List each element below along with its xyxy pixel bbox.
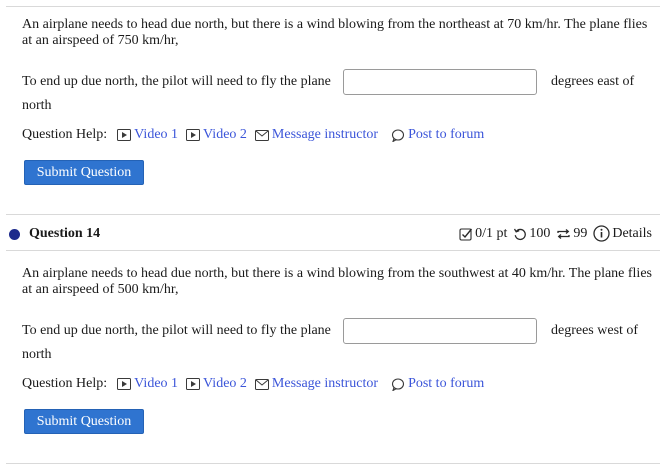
q14-message-label: Message instructor (271, 376, 379, 391)
retry-icon (514, 228, 527, 240)
q14-retries: 100 (513, 226, 550, 242)
message-icon (254, 130, 269, 141)
q13-message-label: Message instructor (271, 127, 379, 142)
q14-submit-button[interactable]: Submit Question (24, 409, 144, 434)
q14-forum-link[interactable]: Post to forum (391, 376, 484, 392)
top-divider (6, 6, 660, 7)
q14-score-value: 0/1 pt (475, 225, 508, 241)
video-icon (186, 378, 201, 390)
q14-title: Question 14 (29, 226, 101, 241)
q14-top-divider (6, 214, 660, 215)
q14-help-label: Question Help: (22, 376, 108, 391)
q14-question-help: Question Help: Video 1 Video 2 Message i… (22, 375, 484, 393)
q14-header: Question 14 0/1 pt 100 99 Details (6, 220, 660, 248)
q14-message-link[interactable]: Message instructor (254, 376, 379, 392)
message-icon (254, 379, 269, 390)
q13-submit-button[interactable]: Submit Question (24, 160, 144, 185)
q13-video2-link[interactable]: Video 2 (186, 127, 247, 143)
q14-score: 0/1 pt (459, 226, 507, 242)
q14-retries-value: 100 (529, 225, 551, 241)
q14-attempts-value: 99 (573, 225, 588, 241)
q14-forum-label: Post to forum (408, 376, 485, 391)
q13-answer-input[interactable] (343, 69, 537, 95)
bottom-divider (6, 463, 660, 464)
q13-video1-label: Video 1 (134, 127, 179, 142)
q13-forum-label: Post to forum (408, 127, 485, 142)
q14-video2-label: Video 2 (203, 376, 247, 391)
q14-answer-input[interactable] (343, 318, 537, 344)
q14-header-divider (6, 250, 660, 251)
q14-details-label: Details (612, 225, 652, 241)
q14-answer-wrap: north (22, 347, 52, 362)
q13-question-help: Question Help: Video 1 Video 2 Message i… (22, 126, 484, 144)
q13-prompt: An airplane needs to head due north, but… (22, 17, 648, 48)
q13-video1-link[interactable]: Video 1 (117, 127, 178, 143)
info-icon (593, 225, 610, 242)
video-icon (186, 129, 201, 141)
q13-forum-link[interactable]: Post to forum (391, 127, 484, 143)
forum-icon (392, 128, 405, 142)
q14-answer-tail: degrees west of (551, 323, 639, 338)
status-dot (9, 229, 20, 240)
forum-icon (392, 377, 405, 391)
q13-answer-wrap: north (22, 98, 52, 113)
q14-video2-link[interactable]: Video 2 (186, 376, 247, 392)
q13-answer-lead: To end up due north, the pilot will need… (22, 74, 331, 89)
q13-video2-label: Video 2 (203, 127, 247, 142)
q14-prompt: An airplane needs to head due north, but… (22, 266, 652, 297)
video-icon (117, 129, 132, 141)
q14-answer-lead: To end up due north, the pilot will need… (22, 323, 331, 338)
video-icon (117, 378, 132, 390)
score-check-icon (459, 227, 473, 241)
q14-meta: 0/1 pt 100 99 Details (459, 225, 652, 242)
q14-details-button[interactable]: Details (593, 225, 652, 242)
q13-help-label: Question Help: (22, 127, 108, 142)
q13-message-link[interactable]: Message instructor (254, 127, 379, 143)
q14-video1-label: Video 1 (134, 376, 179, 391)
q13-answer-tail: degrees east of (551, 74, 635, 89)
q14-attempts: 99 (556, 226, 587, 242)
q14-video1-link[interactable]: Video 1 (117, 376, 178, 392)
attempts-icon (557, 228, 570, 239)
